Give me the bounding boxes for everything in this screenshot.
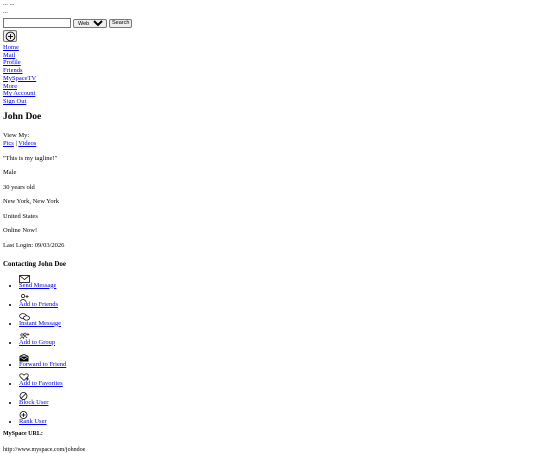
action-add-to-favorites: Add to Favorites <box>19 373 537 387</box>
nav-profile[interactable]: Profile <box>3 59 21 67</box>
city: New York, New York <box>3 198 59 206</box>
contact-actions-1: Send Message Add to Friends Instant Mess… <box>3 274 537 346</box>
add-button[interactable] <box>3 30 17 42</box>
nav-more[interactable]: More <box>3 83 17 91</box>
add-to-friends-link[interactable]: Add to Friends <box>19 301 58 308</box>
forward-mail-icon <box>19 353 537 362</box>
contacting-heading: Contacting John Doe <box>3 259 67 268</box>
action-forward-to-friend: Forward to Friend <box>19 353 537 368</box>
online-status: Online Now! <box>3 227 38 235</box>
add-person-icon <box>19 293 537 302</box>
main-nav: Home Mail Profile Friends MySpaceTV More… <box>3 44 537 106</box>
videos-link[interactable]: Videos <box>18 140 36 147</box>
plus-circle-icon <box>5 31 16 42</box>
myspace-url-heading: MySpace URL: <box>3 430 43 437</box>
view-my-label: View My: <box>3 131 30 139</box>
block-icon <box>19 391 537 400</box>
nav-my-account[interactable]: My Account <box>3 90 35 98</box>
top-dots-line-2: ... <box>3 8 8 15</box>
contact-actions-2: Forward to Friend Add to Favorites Block… <box>3 353 537 425</box>
nav-home[interactable]: Home <box>3 44 19 52</box>
country: United States <box>3 212 38 220</box>
search-bar: Web Search <box>3 18 537 28</box>
forward-to-friend-link[interactable]: Forward to Friend <box>19 361 66 368</box>
envelope-icon <box>19 274 537 283</box>
action-add-to-group: Add to Group <box>19 332 537 346</box>
add-to-group-link[interactable]: Add to Group <box>19 339 55 346</box>
profile-page: ... ... ... Web Search Home Mail Profile… <box>0 0 540 453</box>
view-my: View My: Pics | Videos <box>3 132 537 148</box>
nav-sign-out[interactable]: Sign Out <box>3 98 26 106</box>
age: 30 years old <box>3 183 35 191</box>
nav-myspacetv[interactable]: MySpaceTV <box>3 75 36 83</box>
action-block-user: Block User <box>19 391 537 406</box>
top-dots: ... ... ... <box>3 0 537 16</box>
action-instant-message: Instant Message <box>19 312 537 327</box>
pics-link[interactable]: Pics <box>3 140 14 147</box>
add-to-favorites-link[interactable]: Add to Favorites <box>19 380 63 387</box>
profile-name: John Doe <box>3 111 42 122</box>
action-add-to-friends: Add to Friends <box>19 293 537 308</box>
rank-user-link[interactable]: Rank User <box>19 418 47 425</box>
view-my-separator: | <box>15 139 17 147</box>
myspace-url-value: http://www.myspace.com/johndoe <box>3 446 86 453</box>
chat-bubbles-icon <box>19 312 537 321</box>
last-login: Last Login: 09/03/2026 <box>3 241 65 249</box>
search-scope-select[interactable]: Web <box>73 18 107 28</box>
top-dots-line-1: ... ... <box>3 0 15 7</box>
search-button[interactable]: Search <box>109 18 133 28</box>
action-send-message: Send Message <box>19 274 537 289</box>
view-my-links: Pics | Videos <box>3 140 537 148</box>
heart-plus-icon <box>19 373 537 381</box>
profile-info: "This is my tagline!" Male 30 years old … <box>3 155 537 250</box>
plus-circle-icon <box>19 410 537 419</box>
nav-friends[interactable]: Friends <box>3 67 23 75</box>
instant-message-link[interactable]: Instant Message <box>19 320 61 327</box>
send-message-link[interactable]: Send Message <box>19 282 56 289</box>
group-icon <box>19 332 537 339</box>
gender: Male <box>3 169 17 177</box>
action-rank-user: Rank User <box>19 410 537 425</box>
search-input[interactable] <box>3 18 71 28</box>
nav-mail[interactable]: Mail <box>3 52 15 60</box>
tagline: "This is my tagline!" <box>3 154 58 162</box>
